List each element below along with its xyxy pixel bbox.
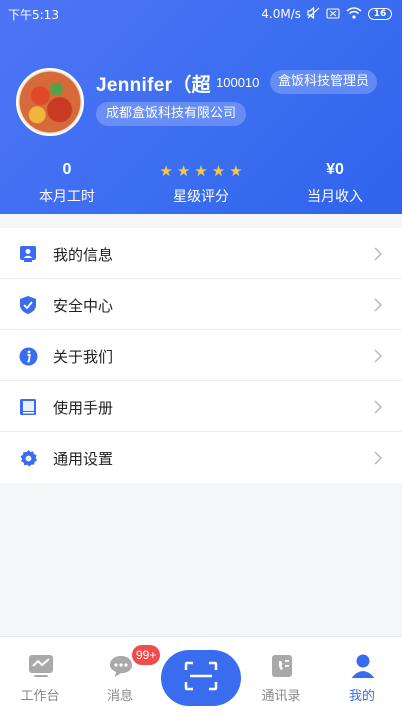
tab-profile[interactable]: 我的 <box>322 637 402 717</box>
mute-icon <box>307 6 320 21</box>
star-icon: ★ <box>176 161 191 180</box>
id-card-icon <box>18 244 38 264</box>
book-icon <box>18 397 38 417</box>
status-indicators: 4.0M/s 16 <box>261 6 392 21</box>
menu-item-label: 我的信息 <box>53 246 114 264</box>
status-bar: 下午5:13 4.0M/s 16 <box>0 0 402 28</box>
role-badge: 盒饭科技管理员 <box>270 70 378 94</box>
profile-icon <box>350 653 376 679</box>
info-icon <box>18 346 38 366</box>
star-icon: ★ <box>159 161 173 180</box>
menu-item-label: 安全中心 <box>53 297 114 315</box>
contacts-icon <box>269 653 295 679</box>
battery-indicator: 16 <box>368 8 392 20</box>
tab-label: 工作台 <box>20 689 60 704</box>
stat-rating: ★ ★ ★ ★ ★ 星级评分 <box>141 160 261 206</box>
menu-item-label: 关于我们 <box>53 348 114 366</box>
wifi-icon <box>346 7 362 21</box>
menu-item-manual[interactable]: 使用手册 <box>0 381 402 432</box>
avatar[interactable] <box>16 68 84 136</box>
tab-contacts[interactable]: 通讯录 <box>241 637 321 717</box>
stat-hours-value: 0 <box>62 161 72 178</box>
gear-icon <box>18 448 38 468</box>
stat-income: ¥0 当月收入 <box>275 160 395 206</box>
menu-item-about[interactable]: 关于我们 <box>0 330 402 381</box>
scan-icon <box>184 661 218 695</box>
tab-messages[interactable]: 99+ 消息 <box>80 637 161 717</box>
star-icon: ★ <box>211 161 226 180</box>
menu-item-security[interactable]: 安全中心 <box>0 279 402 330</box>
menu-item-label: 通用设置 <box>53 450 114 468</box>
stat-rating-label: 星级评分 <box>173 189 229 205</box>
menu-item-settings[interactable]: 通用设置 <box>0 432 402 483</box>
menu-item-label: 使用手册 <box>53 399 114 417</box>
message-icon <box>108 653 134 679</box>
tab-label: 我的 <box>348 689 375 704</box>
chevron-right-icon <box>372 295 384 315</box>
stat-hours-label: 本月工时 <box>39 189 95 205</box>
tab-label: 消息 <box>106 689 133 704</box>
stat-income-value: ¥0 <box>326 161 344 178</box>
company-badge: 成都盒饭科技有限公司 <box>96 102 247 126</box>
stat-income-label: 当月收入 <box>307 189 363 205</box>
chevron-right-icon <box>372 244 384 264</box>
user-id: 100010 <box>216 75 260 90</box>
sim-icon <box>326 7 340 21</box>
menu-item-my-info[interactable]: 我的信息 <box>0 228 402 279</box>
star-icon: ★ <box>229 161 243 180</box>
chevron-right-icon <box>372 346 384 366</box>
unread-badge: 99+ <box>132 645 161 665</box>
scan-button[interactable] <box>161 650 241 706</box>
user-name: Jennifer（超 <box>96 75 211 96</box>
tab-label: 通讯录 <box>261 689 301 704</box>
chevron-right-icon <box>372 448 384 468</box>
status-time: 下午5:13 <box>8 7 59 22</box>
profile-header: 下午5:13 4.0M/s 16 Jennifer（超 100010 盒饭科技管… <box>0 0 402 214</box>
chevron-right-icon <box>372 397 384 417</box>
tab-workbench[interactable]: 工作台 <box>0 637 80 717</box>
rating-stars: ★ ★ ★ ★ ★ <box>141 160 261 182</box>
settings-menu: 我的信息 安全中心 关于我们 使用手册 通用设置 <box>0 228 402 483</box>
stat-hours: 0 本月工时 <box>7 160 127 206</box>
star-icon: ★ <box>194 161 208 180</box>
shield-icon <box>18 295 38 315</box>
network-speed: 4.0M/s <box>261 7 301 21</box>
workbench-icon <box>28 653 54 679</box>
